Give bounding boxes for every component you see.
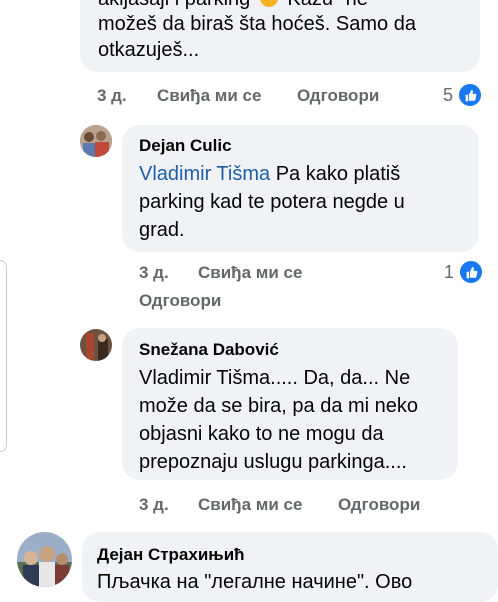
comment-timestamp[interactable]: 3 д. [139,495,169,515]
comment-text-line: može da se bira, pa da mi neko [139,395,419,417]
comment-text-line: Vladimir Tišma..... Da, da... Ne [139,367,411,389]
reaction-summary[interactable]: 1 [444,259,485,285]
reply-button[interactable]: Одговори [297,86,379,106]
comment-author[interactable]: Dejan Culic [139,136,232,156]
comment-text-line: Vladimir Tišma Pa kako platiš [139,163,401,185]
mention-link[interactable]: Vladimir Tišma [139,163,270,185]
like-button[interactable]: Свиђа ми се [157,86,261,106]
comment-author[interactable]: Snežana Dabović [139,340,279,360]
left-edge-divider [0,260,7,452]
comment-text-line: grad. [139,219,185,241]
like-thumb-icon [458,259,485,285]
like-thumb-icon [457,82,484,108]
comment-timestamp[interactable]: 3 д. [139,263,169,283]
comment-text-line: akijasaji i parking Kažu "ne [98,0,368,11]
reaction-count: 5 [443,84,454,105]
like-button[interactable]: Свиђа ми се [198,263,302,283]
reply-button[interactable]: Одговори [338,495,420,515]
like-button[interactable]: Свиђа ми се [198,495,302,515]
comment-timestamp[interactable]: 3 д. [97,86,127,106]
comment-text-line: Пљачка на "легалне начине". Ово [97,571,413,593]
comment-text-line: parking kad te potera negde u [139,191,405,213]
comment-text-line: možeš da biraš šta hoćeš. Samo da [98,13,416,35]
avatar[interactable] [80,329,112,361]
comment-text-line: prepoznaju uslugu parkinga.... [139,451,407,473]
avatar[interactable] [17,532,72,587]
comment-author[interactable]: Дејан Страхињић [97,545,245,565]
reply-button[interactable]: Одговори [139,291,221,311]
frown-emoji-icon [259,0,278,7]
reaction-count: 1 [444,261,455,282]
reaction-summary[interactable]: 5 [443,82,484,108]
comment-text-line: otkazuješ... [98,39,200,61]
avatar[interactable] [80,125,112,157]
comment-text-line: objasni kako to ne mogu da [139,423,384,445]
